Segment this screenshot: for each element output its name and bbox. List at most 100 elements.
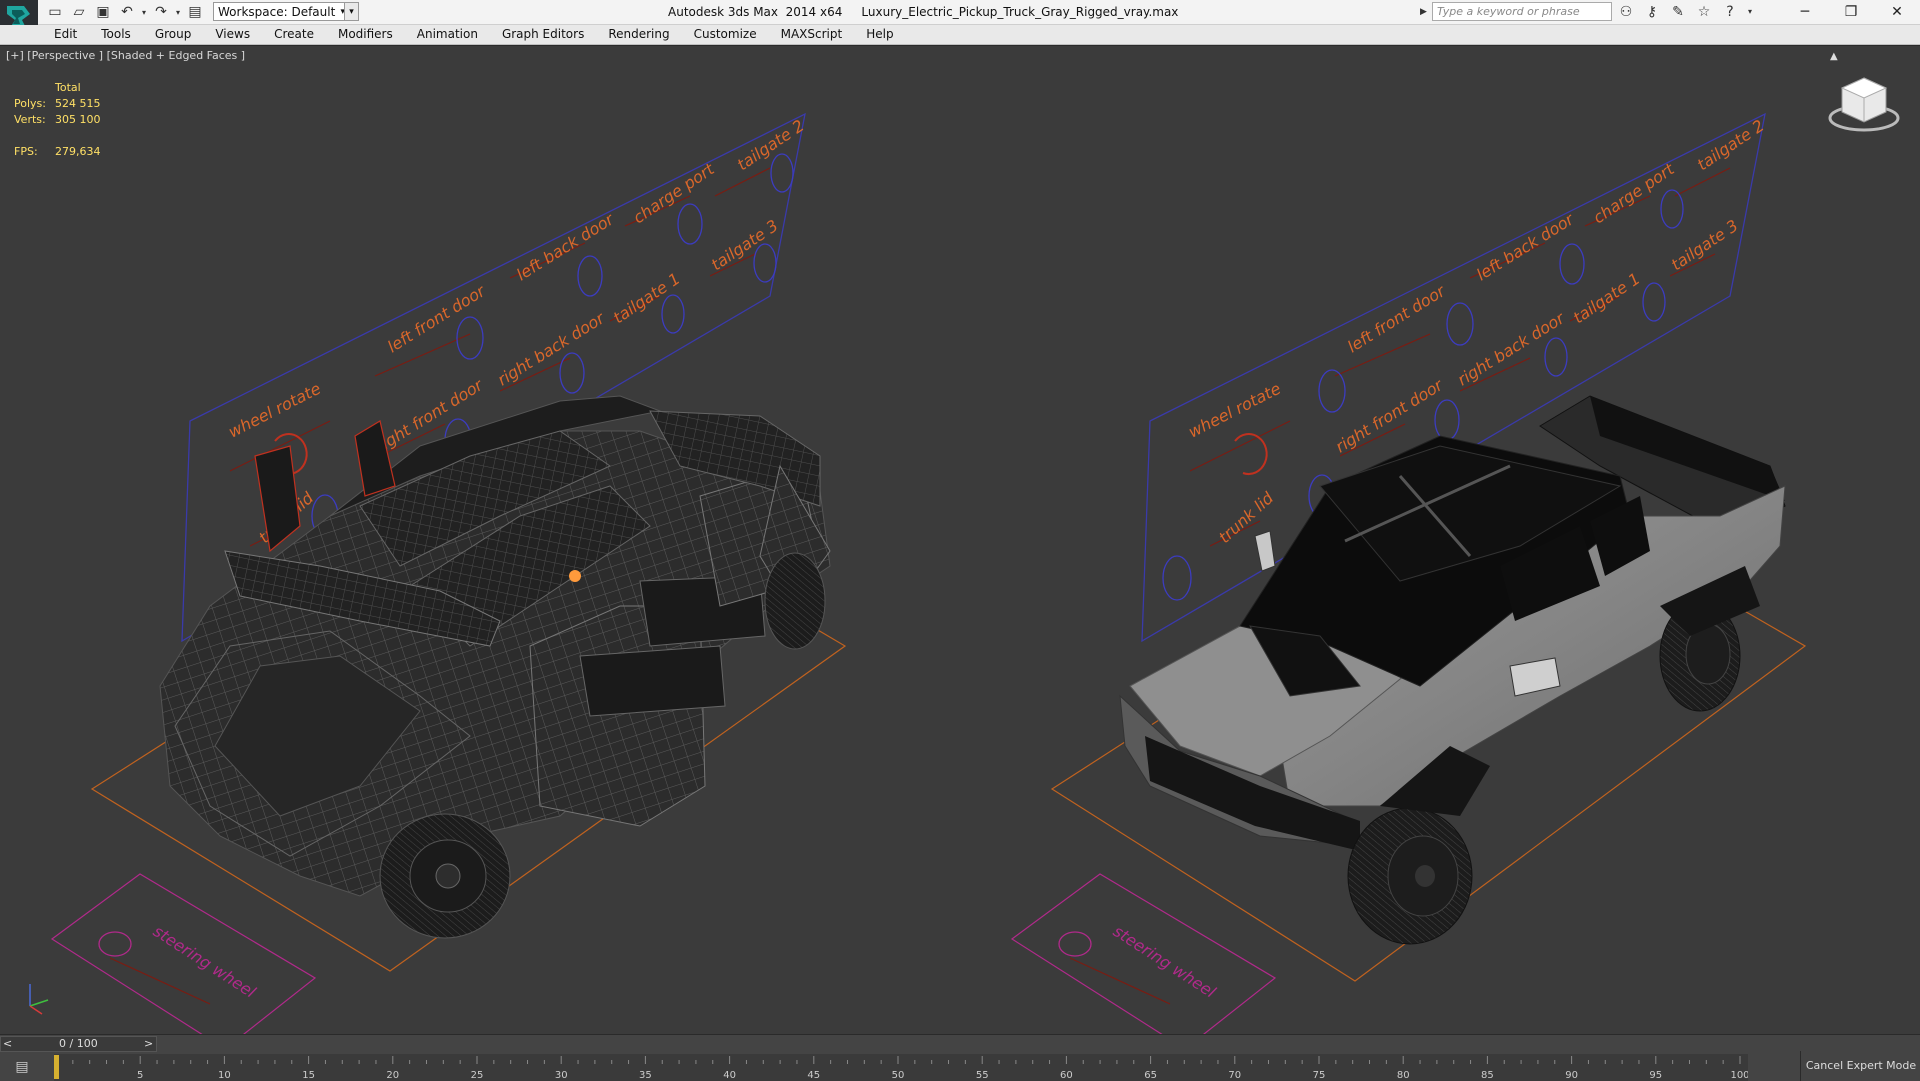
- rig-label-charge-port-right: charge port: [1590, 159, 1678, 227]
- info-center-tools: ⚇ ⚷ ✎ ☆ ? ▾: [1616, 0, 1754, 24]
- timeline-tick-label: 90: [1565, 1070, 1578, 1081]
- close-button[interactable]: ✕: [1874, 0, 1920, 24]
- steering-wheel-gizmo-right[interactable]: [1058, 931, 1092, 957]
- time-prev-button[interactable]: <: [3, 1037, 12, 1051]
- timeline-tick-label: 50: [892, 1070, 905, 1081]
- timeline-tick-label: 95: [1649, 1070, 1662, 1081]
- search-input[interactable]: [1432, 2, 1612, 21]
- redo-icon[interactable]: ↷: [150, 2, 172, 22]
- rig-label-wheel-rotate-left: wheel rotate: [225, 379, 324, 442]
- track-bar-ruler[interactable]: 0510152025303540455055606570758085909510…: [54, 1054, 1748, 1081]
- track-bar[interactable]: 0510152025303540455055606570758085909510…: [54, 1054, 1748, 1081]
- title-bar: ▾ ▭ ▱ ▣ ↶ ▾ ↷ ▾ ▤ Workspace: Default ▾ ▾…: [0, 0, 1920, 34]
- timeline-tick-label: 45: [807, 1070, 820, 1081]
- redo-dropdown-icon[interactable]: ▾: [174, 2, 182, 22]
- workspace-select[interactable]: Workspace: Default ▾: [213, 2, 348, 21]
- timeline-tick-label: 65: [1144, 1070, 1157, 1081]
- timeline-panel: < 0 / 100 > ▤ 05101520253035404550556065…: [0, 1034, 1920, 1081]
- save-icon[interactable]: ▣: [92, 2, 114, 22]
- rig-label-left-front-door-right: left front door: [1344, 281, 1449, 357]
- timeline-tick-label: 35: [639, 1070, 652, 1081]
- menu-help[interactable]: Help: [854, 25, 905, 44]
- timeline-tick-label: 80: [1397, 1070, 1410, 1081]
- rig-label-tailgate-2-right: tailgate 2: [1694, 116, 1768, 174]
- cancel-expert-mode-button[interactable]: Cancel Expert Mode: [1800, 1051, 1920, 1081]
- rig-label-right-back-door-right: right back door: [1454, 308, 1569, 390]
- left-truck-mesh[interactable]: [159, 395, 831, 939]
- menu-modifiers[interactable]: Modifiers: [326, 25, 405, 44]
- search-expand-icon[interactable]: ▶: [1420, 3, 1430, 21]
- window-title: Autodesk 3ds Max 2014 x64 Luxury_Electri…: [668, 5, 1179, 19]
- timeline-tick-label: 85: [1481, 1070, 1494, 1081]
- rig-label-steering-wheel-right: steering wheel: [1110, 921, 1220, 1002]
- favorites-star-icon[interactable]: ☆: [1694, 2, 1714, 22]
- stats-verts-value: 305 100: [55, 113, 101, 126]
- stats-polys-label: Polys:: [14, 97, 46, 110]
- undo-dropdown-icon[interactable]: ▾: [140, 2, 148, 22]
- left-truck-rig[interactable]: wheel rotate trunk lid right front door …: [50, 112, 847, 1035]
- help-dropdown-icon[interactable]: ▾: [1746, 2, 1754, 22]
- time-next-button[interactable]: >: [144, 1037, 153, 1051]
- menu-tools[interactable]: Tools: [89, 25, 143, 44]
- rig-label-charge-port-left: charge port: [630, 159, 718, 227]
- menu-customize[interactable]: Customize: [682, 25, 769, 44]
- maxscript-listener-icon[interactable]: ▤: [6, 1056, 38, 1078]
- minimize-button[interactable]: ─: [1782, 0, 1828, 24]
- workspace-label: Workspace: Default: [218, 5, 336, 19]
- viewcube-icon[interactable]: [1824, 70, 1904, 140]
- communication-icon[interactable]: ✎: [1668, 2, 1688, 22]
- viewport-scene[interactable]: wheel rotate trunk lid right front door …: [0, 46, 1920, 1035]
- right-truck-rig[interactable]: wheel rotate trunk lid right front door …: [1010, 112, 1807, 1035]
- quick-access-toolbar: ▭ ▱ ▣ ↶ ▾ ↷ ▾ ▤: [44, 0, 206, 24]
- timeline-tick-label: 100: [1730, 1070, 1748, 1081]
- viewport-label[interactable]: [+] [Perspective ] [Shaded + Edged Faces…: [6, 49, 245, 62]
- timeline-tick-label: 5: [137, 1070, 143, 1081]
- lock-icon[interactable]: ▲: [1830, 51, 1838, 62]
- new-file-icon[interactable]: ▭: [44, 2, 66, 22]
- open-file-icon[interactable]: ▱: [68, 2, 90, 22]
- time-frame-label: 0 / 100: [59, 1037, 98, 1050]
- rig-label-right-back-door-left: right back door: [494, 308, 609, 390]
- timeline-tick-label: 25: [471, 1070, 484, 1081]
- current-frame-marker[interactable]: [54, 1055, 59, 1079]
- steering-wheel-gizmo-left[interactable]: [98, 931, 132, 957]
- stats-verts-label: Verts:: [14, 113, 46, 126]
- rig-label-wheel-rotate-right: wheel rotate: [1185, 379, 1284, 442]
- menu-edit[interactable]: Edit: [54, 25, 89, 44]
- rig-label-tailgate-2-left: tailgate 2: [734, 116, 808, 174]
- timeline-tick-label: 30: [555, 1070, 568, 1081]
- menu-group[interactable]: Group: [143, 25, 204, 44]
- restore-button[interactable]: ❐: [1828, 0, 1874, 24]
- menu-graph-editors[interactable]: Graph Editors: [490, 25, 596, 44]
- project-folder-icon[interactable]: ▤: [184, 2, 206, 22]
- menu-maxscript[interactable]: MAXScript: [769, 25, 855, 44]
- rig-label-left-back-door-right: left back door: [1473, 209, 1578, 285]
- timeline-tick-label: 15: [302, 1070, 315, 1081]
- menu-views[interactable]: Views: [203, 25, 262, 44]
- stats-polys-value: 524 515: [55, 97, 101, 110]
- undo-icon[interactable]: ↶: [116, 2, 138, 22]
- timeline-tick-label: 40: [723, 1070, 736, 1081]
- menu-rendering[interactable]: Rendering: [596, 25, 681, 44]
- timeline-tick-label: 20: [386, 1070, 399, 1081]
- rig-label-steering-wheel-left: steering wheel: [150, 921, 260, 1002]
- stats-total-label: Total: [55, 81, 81, 94]
- rig-label-tailgate-1-left: tailgate 1: [610, 269, 684, 327]
- stats-fps-label: FPS:: [14, 145, 38, 158]
- menu-create[interactable]: Create: [262, 25, 326, 44]
- workspace-dropdown-button[interactable]: ▾: [344, 2, 359, 21]
- menu-bar: Edit Tools Group Views Create Modifiers …: [0, 25, 1920, 45]
- help-icon[interactable]: ?: [1720, 2, 1740, 22]
- window-controls: ─ ❐ ✕: [1782, 0, 1920, 24]
- rig-label-tailgate-3-left: tailgate 3: [708, 216, 782, 274]
- time-slider[interactable]: < 0 / 100 >: [0, 1036, 157, 1052]
- timeline-tick-label: 70: [1228, 1070, 1241, 1081]
- key-icon[interactable]: ⚷: [1642, 2, 1662, 22]
- perspective-viewport[interactable]: wheel rotate trunk lid right front door …: [0, 45, 1920, 1035]
- menu-animation[interactable]: Animation: [405, 25, 490, 44]
- axis-tripod-icon: [29, 984, 49, 1015]
- binoculars-icon[interactable]: ⚇: [1616, 2, 1636, 22]
- timeline-tick-label: 75: [1313, 1070, 1326, 1081]
- right-truck-shaded-mesh[interactable]: [1119, 395, 1786, 945]
- timeline-tick-label: 10: [218, 1070, 231, 1081]
